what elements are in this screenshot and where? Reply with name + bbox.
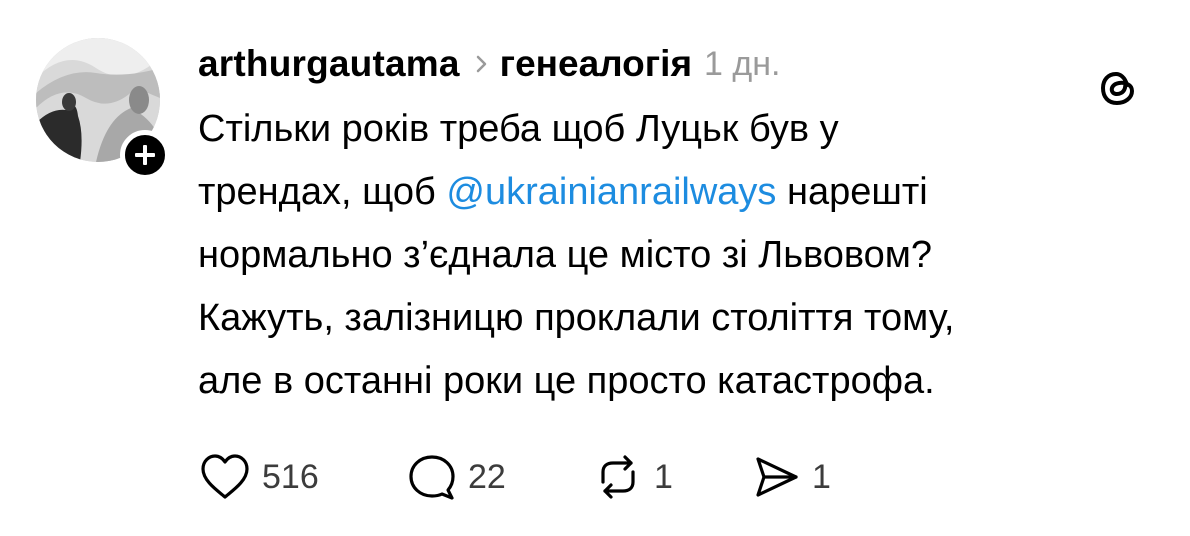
comment-button[interactable]: 22 <box>406 452 592 502</box>
follow-button[interactable] <box>120 130 170 180</box>
post-text-line: але в останні роки це просто катастрофа. <box>198 360 935 402</box>
repost-icon <box>601 455 635 499</box>
mention-link[interactable]: @ukrainianrailways <box>446 171 776 213</box>
repost-count: 1 <box>654 457 673 496</box>
post-text: Стільки років треба щоб Луцьк був у трен… <box>198 98 1158 413</box>
post-text-segment: нарешті <box>776 171 928 213</box>
post-header: arthurgautama генеалогія 1 дн. <box>198 38 780 90</box>
post-text-line: нормально з’єднала це місто зі Львовом? <box>198 234 933 276</box>
post-text-line: Кажуть, залізницю проклали століття тому… <box>198 297 955 339</box>
heart-icon <box>201 454 249 499</box>
action-bar: 516 22 1 1 <box>198 452 860 502</box>
like-count: 516 <box>262 457 319 496</box>
send-icon <box>756 457 798 497</box>
post-text-line: Стільки років треба щоб Луцьк був у <box>198 108 839 150</box>
username[interactable]: arthurgautama <box>198 43 460 85</box>
topic-tag[interactable]: генеалогія <box>500 43 692 85</box>
post-text-segment: трендах, щоб <box>198 171 447 213</box>
post-time: 1 дн. <box>704 44 781 83</box>
share-count: 1 <box>812 457 831 496</box>
repost-button[interactable]: 1 <box>592 452 750 502</box>
avatar-container <box>36 38 170 180</box>
comment-icon <box>409 455 455 500</box>
chevron-right-icon <box>474 53 490 75</box>
comment-count: 22 <box>468 457 506 496</box>
like-button[interactable]: 516 <box>198 452 406 502</box>
plus-icon <box>135 145 155 165</box>
post-text-line: трендах, щоб @ukrainianrailways нарешті <box>198 161 1158 224</box>
thread-post: arthurgautama генеалогія 1 дн. Стільки р… <box>0 0 1190 536</box>
share-button[interactable]: 1 <box>750 452 860 502</box>
